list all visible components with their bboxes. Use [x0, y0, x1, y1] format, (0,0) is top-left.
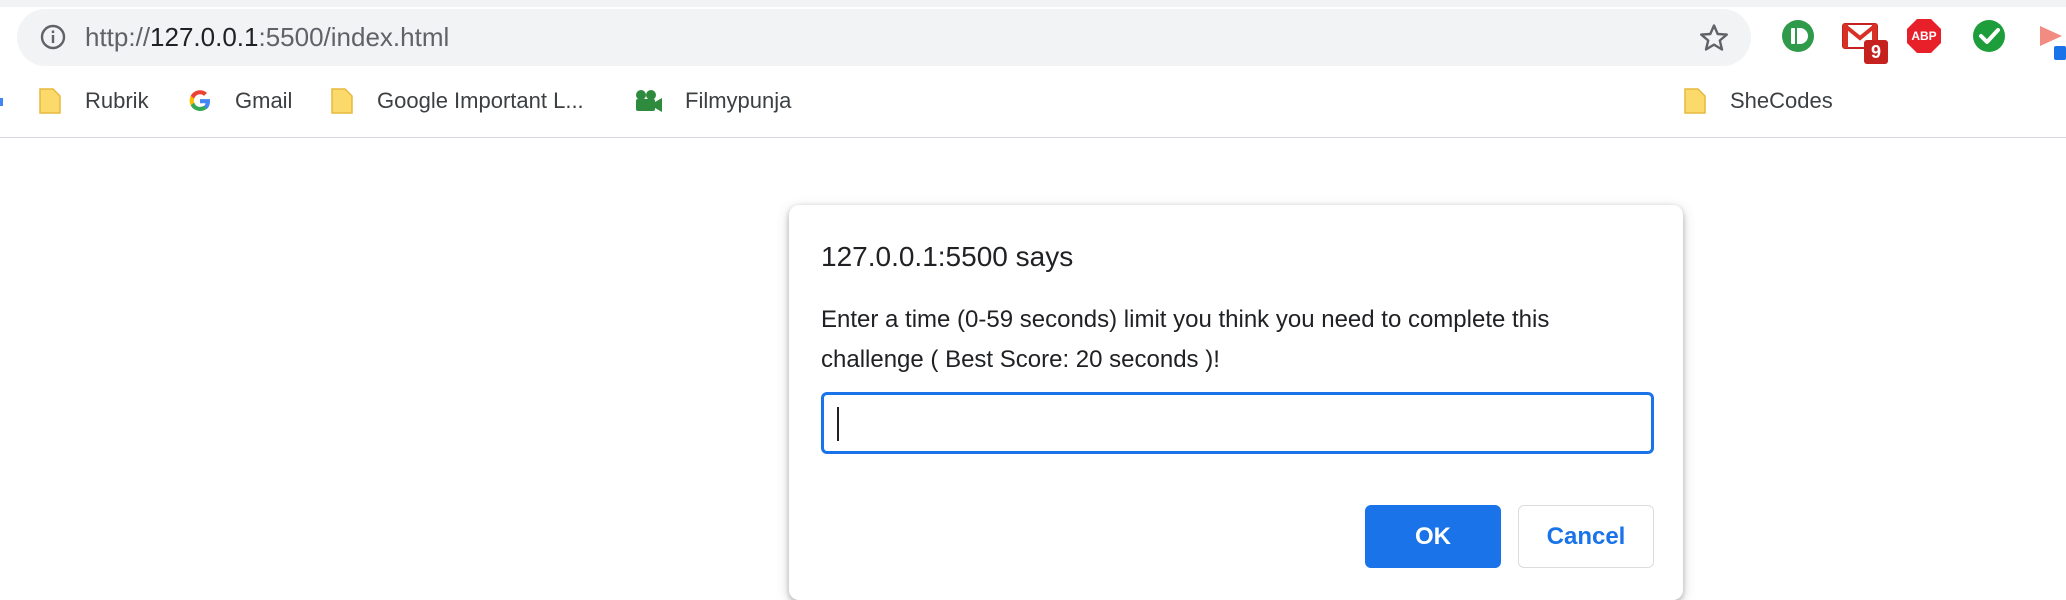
folder-icon: [39, 88, 61, 114]
adblock-label: ABP: [1911, 29, 1937, 43]
adblock-plus-extension[interactable]: ABP: [1906, 18, 1942, 54]
ok-button[interactable]: OK: [1365, 505, 1501, 568]
tab-strip: [0, 0, 2066, 7]
camera-icon: [636, 90, 662, 112]
google-icon: [189, 90, 210, 111]
dialog-message: Enter a time (0-59 seconds) limit you th…: [821, 306, 1550, 373]
gmail-extension[interactable]: 9: [1842, 18, 1888, 66]
address-bar[interactable]: http://127.0.0.1:5500/index.html: [17, 9, 1751, 66]
url-text[interactable]: http://127.0.0.1:5500/index.html: [85, 21, 449, 53]
folder-icon: [1684, 88, 1706, 114]
prompt-dialog: 127.0.0.1:5500 says Enter a time (0-59 s…: [789, 205, 1683, 600]
bookmark-label: Gmail: [235, 88, 293, 113]
dialog-title: 127.0.0.1:5500 says: [821, 241, 1074, 272]
url-path: :5500/index.html: [258, 22, 450, 52]
bookmark-label: SheCodes: [1730, 88, 1833, 113]
bookmark-label: Filmypunja: [685, 88, 792, 113]
folder-icon: [331, 88, 353, 114]
bookmark-overflow-edge: [0, 98, 3, 106]
bookmarks-bar: Rubrik Gmail Google Important L... Filmy…: [0, 76, 2066, 126]
gmail-badge: 9: [1864, 40, 1888, 64]
bookmark-shecodes[interactable]: SheCodes: [1682, 84, 1833, 118]
info-icon[interactable]: [40, 24, 66, 50]
bookmark-label: Rubrik: [85, 88, 149, 113]
url-scheme: http://: [85, 22, 151, 52]
browser-chrome: http://127.0.0.1:5500/index.html 9 ABP R…: [0, 0, 2066, 138]
bookmark-filmypunja[interactable]: Filmypunja: [633, 84, 791, 118]
url-host: 127.0.0.1: [150, 22, 259, 52]
text-caret: [837, 407, 839, 441]
bookmark-label: Google Important L...: [377, 88, 584, 113]
cancel-button[interactable]: Cancel: [1518, 505, 1654, 568]
page-content: 127.0.0.1:5500 says Enter a time (0-59 s…: [0, 138, 2066, 600]
bookmark-rubrik[interactable]: Rubrik: [37, 84, 149, 118]
bookmark-star-icon[interactable]: [1699, 23, 1729, 53]
check-icon[interactable]: [1971, 18, 2007, 54]
bookmark-gmail[interactable]: Gmail: [187, 84, 292, 118]
pushbullet-icon[interactable]: [1780, 18, 1816, 54]
extension-partial-icon[interactable]: [2036, 20, 2066, 62]
time-limit-input[interactable]: [821, 392, 1654, 454]
bookmark-google-important[interactable]: Google Important L...: [329, 84, 584, 118]
